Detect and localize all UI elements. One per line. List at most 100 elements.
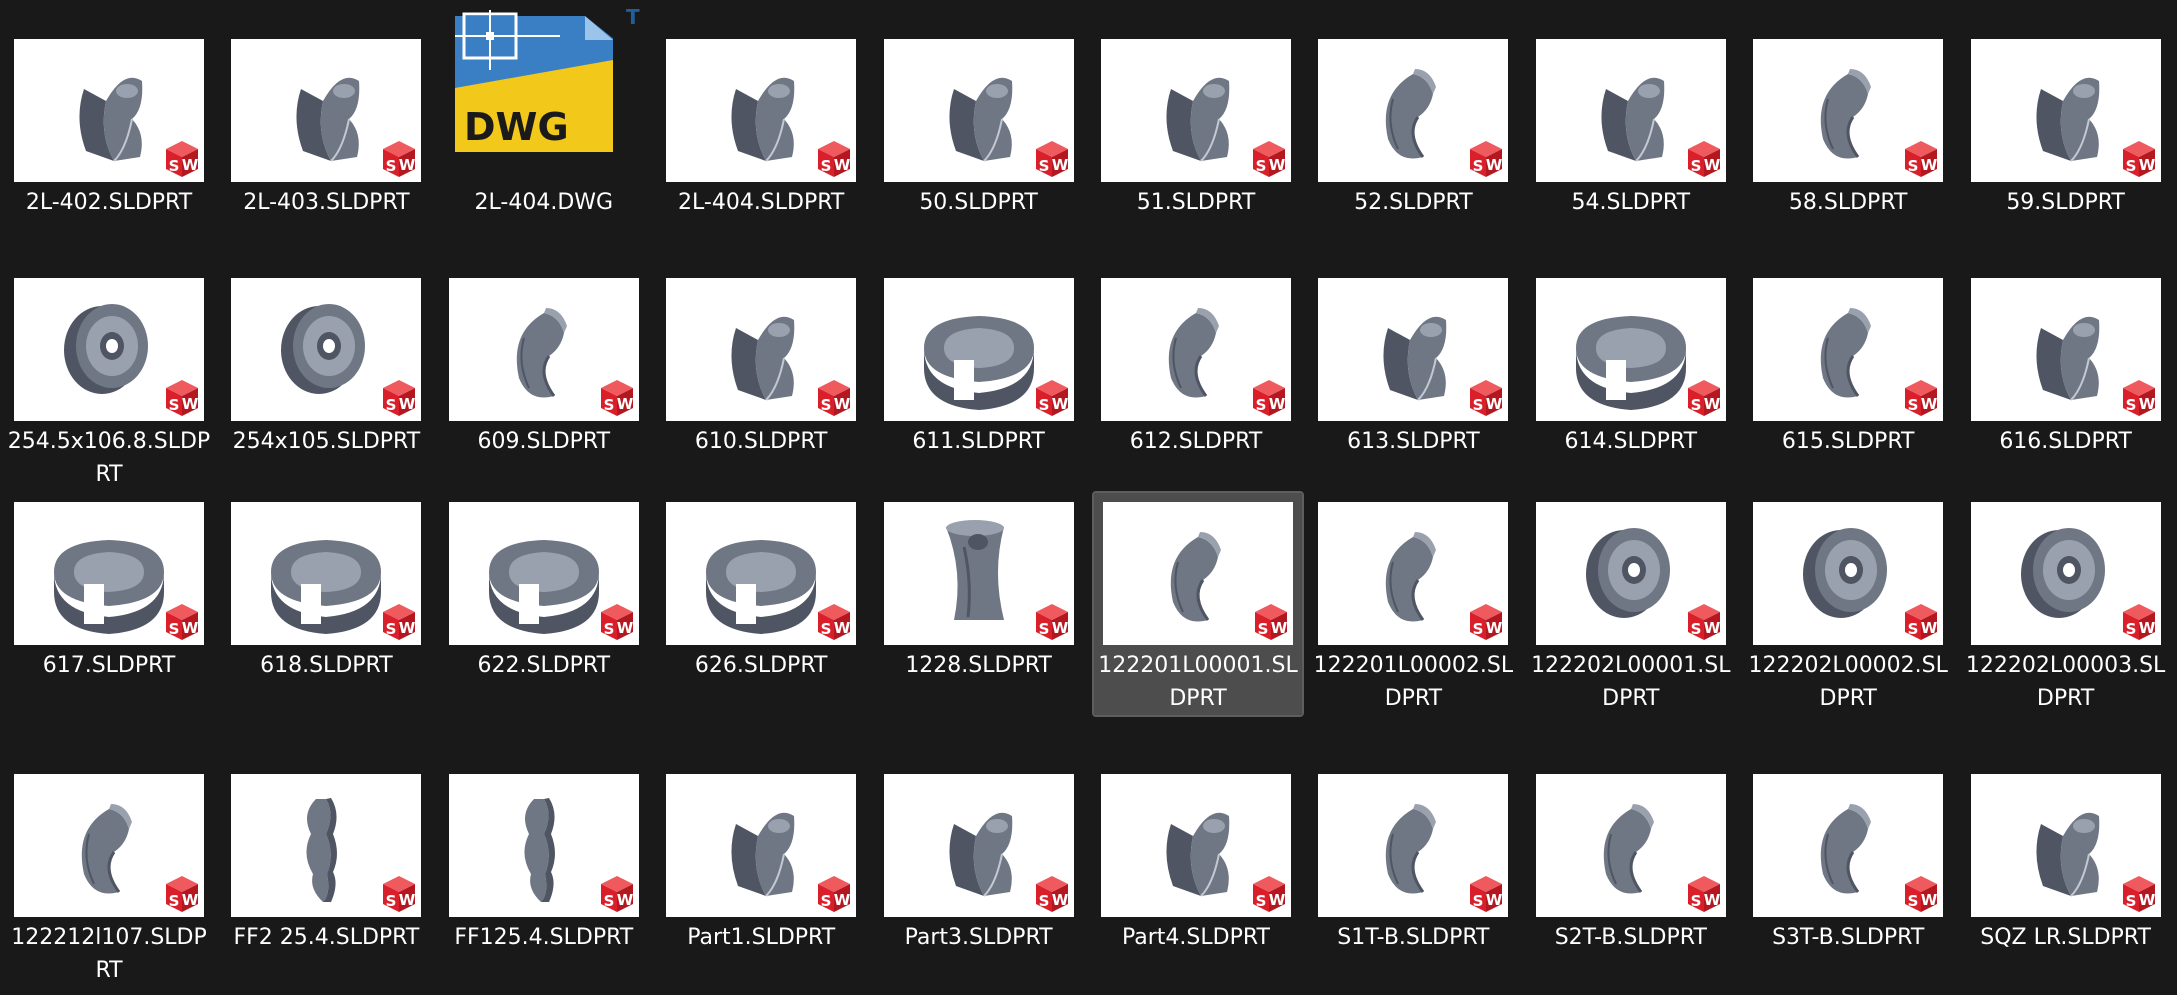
svg-text:S: S (2125, 396, 2136, 414)
file-item[interactable]: S W S1T-B.SLDPRT (1309, 765, 1517, 965)
file-item[interactable]: S W 254x105.SLDPRT (222, 269, 430, 469)
file-name-label: 51.SLDPRT (1136, 190, 1256, 215)
file-name-label: 59.SLDPRT (2006, 190, 2125, 215)
file-item[interactable]: S W 615.SLDPRT (1744, 269, 1952, 469)
file-item[interactable]: S W 611.SLDPRT (875, 269, 1083, 469)
file-item[interactable]: S W Part1.SLDPRT (657, 765, 865, 965)
file-thumbnail: SW (666, 774, 857, 917)
file-thumbnail: SW (231, 39, 422, 182)
solidworks-icon: SW (383, 876, 416, 912)
file-thumbnail: SW (1535, 502, 1726, 645)
file-thumbnail: SW (883, 39, 1074, 182)
file-item[interactable]: S W 2L-404.SLDPRT (657, 30, 865, 230)
svg-text:W: W (617, 891, 634, 909)
svg-text:S: S (2125, 157, 2136, 175)
solidworks-icon: SW (818, 141, 851, 177)
file-name-label: 254x105.SLDPRT (232, 429, 421, 454)
svg-text:W: W (1486, 891, 1503, 909)
file-thumbnail: SW (231, 278, 422, 421)
file-item[interactable]: S W 609.SLDPRT (440, 269, 648, 469)
svg-text:W: W (182, 156, 199, 174)
solidworks-icon: SW (166, 141, 199, 177)
file-item[interactable]: S W 59.SLDPRT (1962, 30, 2170, 230)
file-item[interactable]: S W 58.SLDPRT (1744, 30, 1952, 230)
file-item[interactable]: S W Part3.SLDPRT (875, 765, 1083, 965)
file-thumbnail: SW (1535, 39, 1726, 182)
solidworks-icon: SW (383, 141, 416, 177)
file-name-label: 52.SLDPRT (1354, 190, 1473, 215)
svg-text:W: W (1269, 891, 1286, 909)
file-item[interactable]: S W 122202L00002.SLDPRT (1744, 493, 1952, 711)
svg-text:DWG: DWG (464, 105, 569, 149)
file-item[interactable]: S W 626.SLDPRT (657, 493, 865, 693)
svg-text:W: W (399, 619, 416, 637)
file-thumbnail: SW (1535, 278, 1726, 421)
svg-text:W: W (1704, 395, 1721, 413)
file-name-label: 610.SLDPRT (694, 429, 828, 454)
svg-text:S: S (1473, 396, 1484, 414)
svg-text:S: S (1038, 620, 1049, 638)
file-name-label: 50.SLDPRT (919, 190, 1038, 215)
file-item[interactable]: S W 617.SLDPRT (5, 493, 213, 693)
file-thumbnail: SW (883, 774, 1074, 917)
file-item[interactable]: S W 610.SLDPRT (657, 269, 865, 469)
file-item[interactable]: S W SQZ LR.SLDPRT (1962, 765, 2170, 965)
file-item[interactable]: S W FF125.4.SLDPRT (440, 765, 648, 965)
file-thumbnail: SW (14, 39, 204, 182)
file-item[interactable]: S W 52.SLDPRT (1309, 30, 1517, 230)
file-item[interactable]: S W 614.SLDPRT (1527, 269, 1735, 469)
file-item[interactable]: S W 50.SLDPRT (875, 30, 1083, 230)
file-item[interactable]: S W 612.SLDPRT (1092, 269, 1300, 469)
file-item[interactable]: S W 122212l107.SLDPRT (5, 765, 213, 983)
file-name-label: 613.SLDPRT (1347, 429, 1480, 454)
file-item[interactable]: S W 122201L00002.SLDPRT (1309, 493, 1517, 711)
file-item[interactable]: S W 122201L00001.SLDPRT (1092, 491, 1304, 717)
file-item[interactable]: S W FF2 25.4.SLDPRT (222, 765, 430, 965)
file-name-label: 618.SLDPRT (260, 653, 393, 678)
file-thumbnail: SW (14, 502, 204, 645)
svg-text:S: S (1473, 620, 1484, 638)
file-name-label: 122201L00001.SLDPRT (1098, 653, 1298, 711)
file-item[interactable]: S W 122202L00003.SLDPRT (1962, 493, 2170, 711)
svg-text:S: S (169, 892, 180, 910)
file-name-label: 615.SLDPRT (1781, 429, 1915, 454)
svg-text:W: W (617, 619, 634, 637)
file-item[interactable]: S W 616.SLDPRT (1962, 269, 2170, 469)
file-item[interactable]: S W Part4.SLDPRT (1092, 765, 1300, 965)
file-item[interactable]: S W S3T-B.SLDPRT (1744, 765, 1952, 965)
file-item[interactable]: S W 254.5x106.8.SLDPRT (5, 269, 213, 487)
file-item[interactable]: TM DWG 2L-404.DWG (440, 5, 648, 230)
file-name-label: 609.SLDPRT (477, 429, 611, 454)
file-thumbnail: SW (1318, 774, 1509, 917)
file-item[interactable]: S W S2T-B.SLDPRT (1527, 765, 1735, 965)
svg-text:S: S (386, 620, 397, 638)
solidworks-icon: SW (1687, 141, 1721, 177)
file-name-label: 611.SLDPRT (912, 429, 1045, 454)
file-thumbnail: SW (1970, 774, 2161, 917)
file-item[interactable]: S W 1228.SLDPRT (875, 493, 1083, 693)
solidworks-icon: SW (166, 876, 199, 912)
file-item[interactable]: S W 613.SLDPRT (1309, 269, 1517, 469)
solidworks-icon: SW (818, 876, 851, 912)
file-item[interactable]: S W 54.SLDPRT (1527, 30, 1735, 230)
file-item[interactable]: S W 51.SLDPRT (1092, 30, 1300, 230)
solidworks-icon: SW (600, 876, 634, 912)
file-item[interactable]: S W 2L-403.SLDPRT (222, 30, 430, 230)
file-item[interactable]: S W 122202L00001.SLDPRT (1527, 493, 1735, 711)
svg-text:W: W (834, 891, 851, 909)
svg-text:W: W (182, 395, 199, 413)
svg-text:S: S (821, 892, 832, 910)
svg-text:S: S (603, 620, 614, 638)
svg-text:W: W (1269, 156, 1286, 174)
file-name-label: 122202L00001.SLDPRT (1531, 653, 1731, 711)
file-item[interactable]: S W 618.SLDPRT (222, 493, 430, 693)
file-name-label: 2L-404.DWG (474, 190, 614, 215)
file-item[interactable]: S W 2L-402.SLDPRT (5, 30, 213, 230)
solidworks-icon: SW (1470, 876, 1503, 912)
file-item[interactable]: S W 622.SLDPRT (440, 493, 648, 693)
svg-text:S: S (821, 157, 832, 175)
svg-text:S: S (1258, 620, 1269, 638)
file-name-label: 626.SLDPRT (694, 653, 828, 678)
svg-text:S: S (1038, 892, 1049, 910)
file-thumbnail: SW (448, 774, 639, 917)
